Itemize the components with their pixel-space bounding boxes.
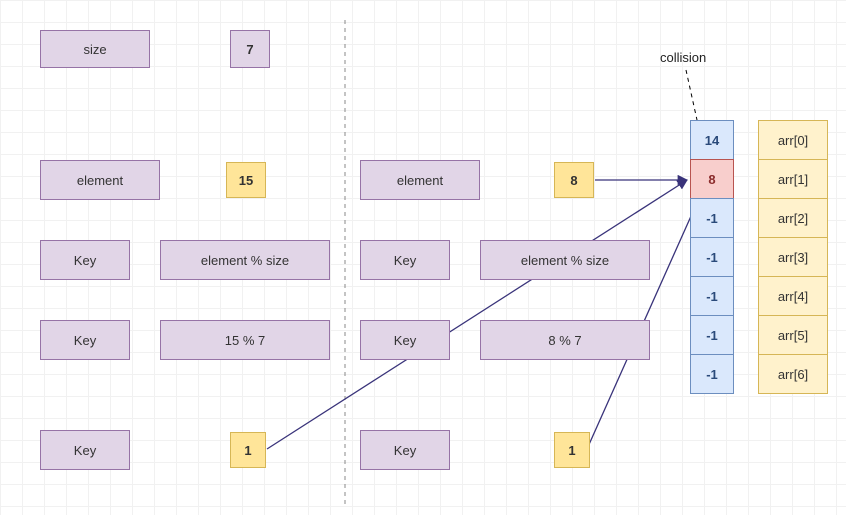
collision-label: collision xyxy=(660,50,706,65)
right-key2-label: Key xyxy=(360,320,450,360)
hash-cell: -1 xyxy=(690,354,734,394)
left-key1-value: element % size xyxy=(160,240,330,280)
hash-cell: -1 xyxy=(690,276,734,316)
hash-cell: -1 xyxy=(690,315,734,355)
right-key1-label: Key xyxy=(360,240,450,280)
left-key3-value: 1 xyxy=(230,432,266,468)
right-key1-value: element % size xyxy=(480,240,650,280)
hash-cell: -1 xyxy=(690,198,734,238)
index-label: arr[5] xyxy=(758,315,828,355)
left-key3-label: Key xyxy=(40,430,130,470)
left-key2-value: 15 % 7 xyxy=(160,320,330,360)
index-label: arr[6] xyxy=(758,354,828,394)
left-element-label: element xyxy=(40,160,160,200)
index-label: arr[1] xyxy=(758,159,828,199)
hash-cell: 14 xyxy=(690,120,734,160)
hash-cell: -1 xyxy=(690,237,734,277)
size-label: size xyxy=(40,30,150,68)
index-label: arr[0] xyxy=(758,120,828,160)
index-label: arr[3] xyxy=(758,237,828,277)
left-key1-label: Key xyxy=(40,240,130,280)
hash-indices: arr[0] arr[1] arr[2] arr[3] arr[4] arr[5… xyxy=(758,120,828,394)
right-key2-value: 8 % 7 xyxy=(480,320,650,360)
right-key3-value: 1 xyxy=(554,432,590,468)
right-element-value: 8 xyxy=(554,162,594,198)
index-label: arr[2] xyxy=(758,198,828,238)
hash-cell-collision: 8 xyxy=(690,159,734,199)
right-key3-label: Key xyxy=(360,430,450,470)
hash-table: 14 8 -1 -1 -1 -1 -1 xyxy=(690,120,734,394)
right-element-label: element xyxy=(360,160,480,200)
size-value: 7 xyxy=(230,30,270,68)
left-key2-label: Key xyxy=(40,320,130,360)
left-element-value: 15 xyxy=(226,162,266,198)
index-label: arr[4] xyxy=(758,276,828,316)
